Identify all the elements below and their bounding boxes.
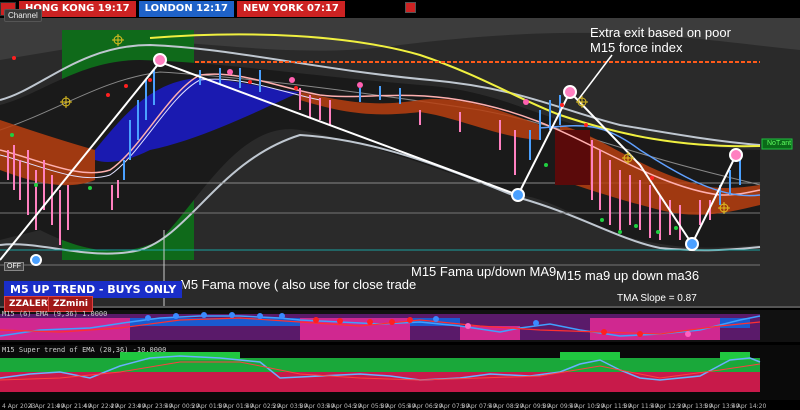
annotation-extra-exit-line2: M15 force index — [590, 40, 683, 55]
price-tag-green: NoT.ant — [767, 140, 792, 147]
time-tick: 5 Apr 14:20 — [731, 403, 767, 410]
session-london: LONDON 12:17 — [138, 1, 234, 17]
session-new-york: NEW YORK 07:17 — [237, 1, 345, 17]
indicator-2-label: M15 Super trend of EMA (20,36) -10.0000 — [2, 346, 167, 354]
pivot-low-marker — [511, 188, 525, 202]
annotation-extra-exit: Extra exit based on poor — [590, 25, 731, 40]
ind2-upper-fill — [0, 358, 760, 372]
indicator-1-label: M15 (6) EMA (9,36) 1.0000 — [2, 310, 108, 318]
pivot-low-marker — [685, 237, 699, 251]
channel-button[interactable]: Channel — [4, 9, 42, 22]
annotation-m5-fama: M5 Fama move ( also use for close trade — [180, 277, 417, 292]
annotation-m15-fama: M15 Fama up/down MA9 — [411, 264, 557, 279]
annotation-m15-ma9: M15 ma9 up down ma36 — [556, 268, 700, 283]
pivot-high-marker — [729, 148, 743, 162]
price-tag-left: OFF — [4, 262, 24, 271]
pivot-high-marker — [153, 53, 167, 67]
pivot-high-marker — [563, 85, 577, 99]
session-clock-bar: HONG KONG 19:17 LONDON 12:17 NEW YORK 07… — [0, 0, 345, 18]
pivot-low-marker — [30, 254, 42, 266]
tma-slope-label: TMA Slope = 0.87 — [617, 293, 697, 304]
close-icon[interactable] — [405, 2, 416, 13]
